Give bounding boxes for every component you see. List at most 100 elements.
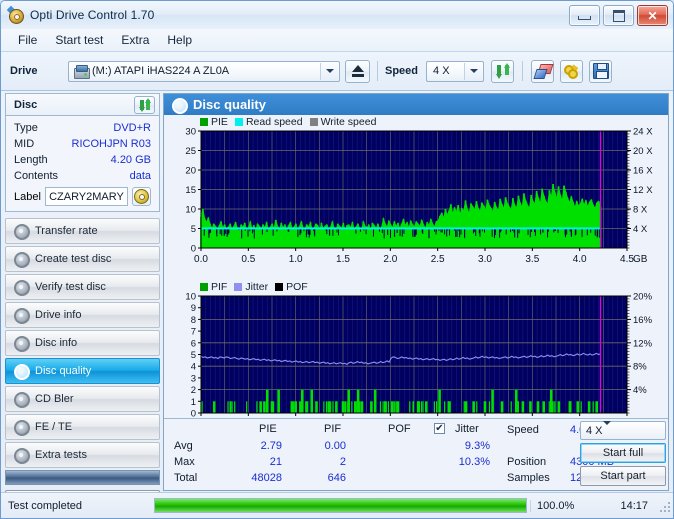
stats-speed-key: Speed <box>507 424 539 436</box>
stats-col-jitter: Jitter <box>455 423 479 435</box>
menu-start-test[interactable]: Start test <box>46 31 112 49</box>
speed-select-value: 4 X <box>433 65 450 77</box>
disc-type-value: DVD+R <box>113 122 151 134</box>
minimize-icon <box>578 16 591 20</box>
disc-type-key: Type <box>14 122 38 134</box>
progress-bar <box>154 498 527 513</box>
disc-label-row: Label CZARY2MARY <box>14 187 151 206</box>
status-text: Test completed <box>1 500 151 512</box>
maximize-button[interactable] <box>603 5 634 26</box>
svg-text:3.0: 3.0 <box>478 254 492 265</box>
sidebar-item-drive-info[interactable]: Drive info <box>5 302 160 328</box>
stats-position-key: Position <box>507 456 546 468</box>
disc-test-icon <box>14 224 28 238</box>
stats-max-jitter: 10.3% <box>446 456 490 468</box>
disc-test-icon <box>14 280 28 294</box>
drive-select-arrow[interactable] <box>320 63 338 80</box>
status-bar: Test completed 100.0% 14:17 <box>1 492 673 518</box>
eject-button[interactable] <box>345 60 370 83</box>
legend-label-pof: POF <box>286 281 308 293</box>
speed-select[interactable]: 4 X <box>426 61 484 82</box>
svg-text:2.0: 2.0 <box>383 254 397 265</box>
disc-label-button[interactable] <box>132 187 151 206</box>
start-part-button[interactable]: Start part <box>580 466 666 486</box>
sidebar-item-label: Extra tests <box>35 449 87 461</box>
svg-text:1.5: 1.5 <box>336 254 350 265</box>
disc-refresh-button[interactable] <box>134 96 155 114</box>
menu-help[interactable]: Help <box>158 31 201 49</box>
keys-icon <box>564 64 579 78</box>
disc-test-icon <box>14 308 28 322</box>
speed-select-arrow[interactable] <box>464 63 482 80</box>
legend-swatch-pie <box>200 118 208 126</box>
menu-file[interactable]: File <box>9 31 46 49</box>
disc-info-row-mid: MID RICOHJPN R03 <box>14 136 151 152</box>
drive-select[interactable]: (M:) ATAPI iHAS224 A ZL0A <box>68 61 340 82</box>
stats-samples-key: Samples <box>507 472 550 484</box>
svg-text:2.5: 2.5 <box>431 254 445 265</box>
sidebar-item-create-test-disc[interactable]: Create test disc <box>5 246 160 272</box>
disc-test-icon <box>14 420 28 434</box>
close-button[interactable]: ✕ <box>637 5 668 26</box>
stats-avg-pie: 2.79 <box>240 440 282 452</box>
sidebar-item-fe-te[interactable]: FE / TE <box>5 414 160 440</box>
save-button[interactable] <box>589 60 612 83</box>
svg-text:8%: 8% <box>633 362 647 373</box>
stats-total-pie: 48028 <box>230 472 282 484</box>
disc-test-icon <box>14 364 28 378</box>
chart-top[interactable]: 0 5 10 15 20 25 30 4 X 8 X 12 X 16 X 20 X 24 X 0.0 0.5… <box>164 128 668 280</box>
disc-test-icon <box>14 392 28 406</box>
speed-label: Speed <box>385 65 418 77</box>
erase-button[interactable] <box>531 60 554 83</box>
app-disc-icon <box>8 7 24 23</box>
test-speed-select[interactable]: 4 X <box>580 421 666 440</box>
refresh-speed-button[interactable] <box>491 60 514 83</box>
svg-text:15: 15 <box>185 185 196 196</box>
progress-fill <box>155 499 526 512</box>
refresh-icon <box>139 99 151 111</box>
disc-length-value: 4.20 GB <box>111 154 151 166</box>
stats-max-pif: 2 <box>304 456 346 468</box>
disc-length-key: Length <box>14 154 48 166</box>
svg-text:4 X: 4 X <box>633 224 648 235</box>
stats-col-pif: PIF <box>324 423 341 435</box>
menu-extra[interactable]: Extra <box>112 31 158 49</box>
disc-test-icon <box>14 252 28 266</box>
sidebar-item-verify-test-disc[interactable]: Verify test disc <box>5 274 160 300</box>
sidebar-item-disc-info[interactable]: Disc info <box>5 330 160 356</box>
legend-label-jitter: Jitter <box>245 281 268 293</box>
resize-grip-icon[interactable] <box>658 500 670 512</box>
test-speed-select-arrow[interactable] <box>603 425 611 437</box>
floppy-save-icon <box>593 63 609 79</box>
svg-text:4.0: 4.0 <box>573 254 587 265</box>
disc-label-input[interactable]: CZARY2MARY <box>45 187 128 206</box>
check-icon: ✔ <box>435 424 443 433</box>
svg-text:4%: 4% <box>633 385 647 396</box>
drive-select-value: (M:) ATAPI iHAS224 A ZL0A <box>92 65 229 77</box>
svg-text:0.0: 0.0 <box>194 254 208 265</box>
jitter-checkbox[interactable]: ✔ <box>434 423 445 434</box>
minimize-button[interactable] <box>569 5 600 26</box>
svg-text:5: 5 <box>191 350 196 361</box>
sidebar-item-label: Transfer rate <box>35 225 98 237</box>
sidebar-item-label: CD Bler <box>35 393 74 405</box>
disc-contents-key: Contents <box>14 170 58 182</box>
test-speed-select-value: 4 X <box>586 425 603 437</box>
settings-button[interactable] <box>560 60 583 83</box>
sidebar-item-disc-quality[interactable]: Disc quality <box>5 358 160 384</box>
svg-text:10: 10 <box>185 205 196 216</box>
stats-row-label-avg: Avg <box>174 440 193 452</box>
start-full-button[interactable]: Start full <box>580 443 666 463</box>
svg-text:4: 4 <box>191 362 196 373</box>
sidebar-item-cd-bler[interactable]: CD Bler <box>5 386 160 412</box>
disc-info-row-contents: Contents data <box>14 168 151 184</box>
svg-text:6: 6 <box>191 338 196 349</box>
sidebar-item-extra-tests[interactable]: Extra tests <box>5 442 160 468</box>
close-icon: ✕ <box>647 9 657 23</box>
svg-text:30: 30 <box>185 128 196 138</box>
sidebar-item-transfer-rate[interactable]: Transfer rate <box>5 218 160 244</box>
stats-col-pie: PIE <box>259 423 277 435</box>
disc-info-panel: Type DVD+R MID RICOHJPN R03 Length 4.20 … <box>5 115 160 212</box>
sidebar-item-label: Disc quality <box>35 365 91 377</box>
legend-swatch-write-speed <box>310 118 318 126</box>
